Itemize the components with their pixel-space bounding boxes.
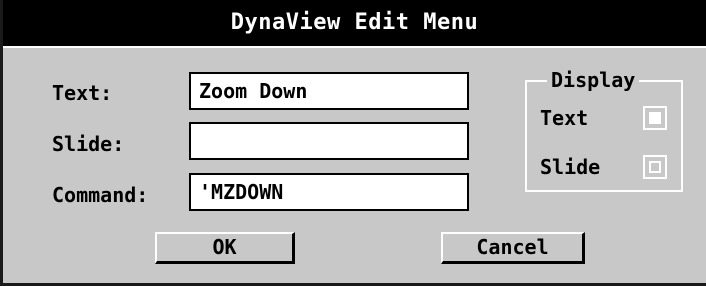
slide-input[interactable]	[189, 122, 469, 160]
dialog-title: DynaView Edit Menu	[230, 10, 479, 35]
cancel-button[interactable]: Cancel	[441, 232, 585, 264]
text-label: Text:	[52, 81, 113, 105]
checkbox-mark-icon	[649, 112, 661, 124]
text-input[interactable]: Zoom Down	[189, 72, 469, 110]
command-label: Command:	[52, 183, 149, 207]
display-text-checkbox[interactable]	[643, 106, 667, 130]
display-slide-checkbox[interactable]	[643, 155, 667, 179]
slide-label: Slide:	[52, 132, 125, 156]
display-text-label: Text	[540, 106, 589, 130]
title-separator	[3, 46, 706, 48]
checkbox-mark-icon	[649, 161, 661, 173]
command-input[interactable]: 'MZDOWN	[189, 173, 469, 211]
display-group-title: Display	[547, 67, 640, 93]
dynaview-edit-dialog: DynaView Edit Menu Text: Zoom Down Slide…	[0, 0, 706, 286]
ok-button[interactable]: OK	[155, 232, 295, 264]
display-slide-label: Slide	[540, 155, 601, 179]
